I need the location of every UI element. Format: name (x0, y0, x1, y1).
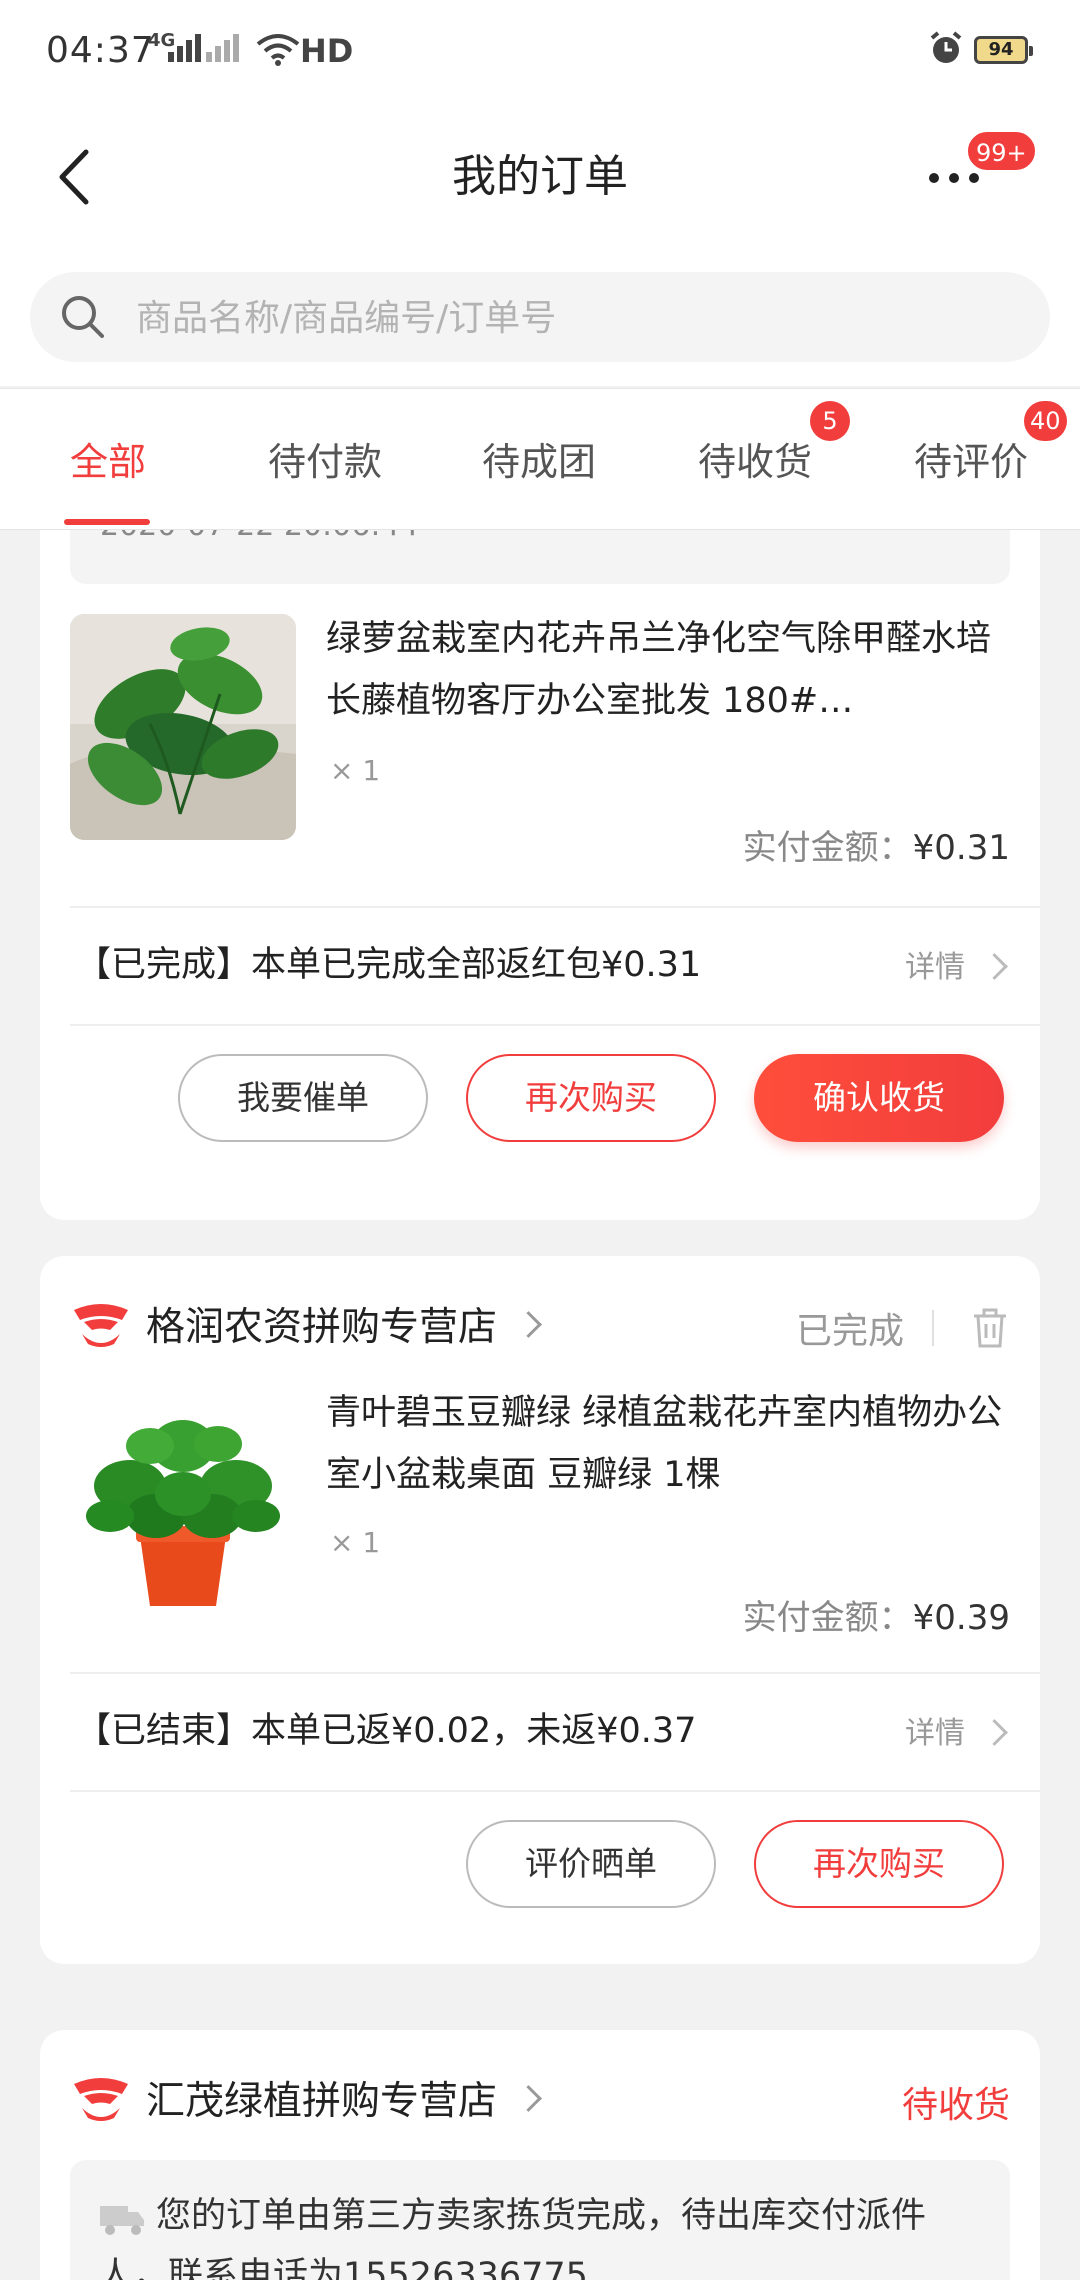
chevron-right-icon (515, 1310, 542, 1338)
order-time: 2020-07-22 20:06:44 (100, 530, 419, 543)
store-logo-icon (74, 2078, 128, 2121)
rebate-status: 【已结束】本单已返¥0.02，未返¥0.37 (76, 1711, 697, 1751)
tab-pending-receipt-label: 待收货 (698, 440, 813, 484)
order-status: 待收货 (901, 2085, 1010, 2126)
status-bar: 04:37 4G HD 94 (0, 0, 1080, 104)
chevron-right-icon (981, 1719, 1008, 1746)
detail-link[interactable]: 详情 (905, 942, 1008, 986)
divider (70, 906, 1040, 908)
product-image[interactable] (70, 614, 296, 840)
tab-all[interactable]: 全部 (64, 431, 150, 525)
detail-link[interactable]: 详情 (905, 1708, 1008, 1752)
urge-order-button[interactable]: 我要催单 (178, 1054, 428, 1142)
tab-pending-group[interactable]: 待成团 (482, 431, 596, 486)
logistics-notice[interactable]: 您的订单由第三方卖家拣货完成，待出库交付派件人，联系电话为15526336775 (70, 2160, 1010, 2280)
order-time-bar: 2020-07-22 20:06:44 (70, 530, 1010, 584)
buy-again-button[interactable]: 再次购买 (754, 1820, 1004, 1908)
store-logo-icon (74, 1304, 128, 1347)
tab-all-label: 全部 (70, 440, 147, 484)
paid-amount: 实付金额：¥0.31 (743, 820, 1010, 869)
tab-badge: 40 (1024, 401, 1067, 441)
tab-pending-review-label: 待评价 (914, 440, 1029, 484)
product-title[interactable]: 青叶碧玉豆瓣绿 绿植盆栽花卉室内植物办公室小盆栽桌面 豆瓣绿 1棵 (326, 1382, 1016, 1506)
trash-icon[interactable] (970, 1306, 1010, 1350)
tab-pending-group-label: 待成团 (482, 440, 597, 484)
store-name: 格润农资拼购专营店 (146, 1305, 498, 1350)
order-card: 2020-07-22 20:06:44 绿萝盆栽室内花卉吊兰净化空气除甲醛水培长… (40, 530, 1040, 1220)
order-status: 已完成 (795, 1311, 904, 1352)
paid-value: ¥0.31 (912, 828, 1010, 868)
product-quantity: × 1 (330, 754, 381, 787)
order-list[interactable]: 2020-07-22 20:06:44 绿萝盆栽室内花卉吊兰净化空气除甲醛水培长… (0, 530, 1080, 2280)
store-link[interactable]: 格润农资拼购专营店 (70, 1294, 542, 1354)
buy-again-button[interactable]: 再次购买 (466, 1054, 716, 1142)
chevron-right-icon (515, 2084, 542, 2112)
divider (70, 1672, 1040, 1674)
tab-badge: 5 (810, 401, 850, 441)
page-title: 我的订单 (452, 151, 628, 202)
divider (70, 1790, 1040, 1792)
order-card: 格润农资拼购专营店 已完成 青叶碧玉豆瓣绿 绿植盆栽花卉室内植物办公室小盆栽桌面… (40, 1256, 1040, 1964)
rebate-status: 【已完成】本单已完成全部返红包¥0.31 (76, 945, 702, 985)
top-nav-bar: 我的订单 99+ (0, 104, 1080, 254)
search-box[interactable] (30, 272, 1050, 364)
order-card: 汇茂绿植拼购专营店 待收货 您的订单由第三方卖家拣货完成，待出库交付派件人，联系… (40, 2030, 1040, 2280)
battery-icon: 94 (974, 36, 1033, 64)
tab-pending-receipt[interactable]: 待收货 5 (698, 401, 850, 486)
search-bar-container (0, 254, 1080, 386)
tab-pending-review[interactable]: 待评价 40 (914, 401, 1067, 486)
tab-pending-payment-label: 待付款 (268, 440, 383, 484)
product-image[interactable] (70, 1386, 296, 1612)
tab-pending-payment[interactable]: 待付款 (268, 431, 382, 486)
signal-2-icon (206, 34, 239, 62)
product-quantity: × 1 (330, 1526, 381, 1559)
search-input[interactable] (134, 272, 1018, 364)
divider (70, 1024, 1040, 1026)
product-title[interactable]: 绿萝盆栽室内花卉吊兰净化空气除甲醛水培长藤植物客厅办公室批发 180#… (326, 608, 1016, 732)
alarm-icon (930, 31, 962, 63)
chevron-right-icon (981, 953, 1008, 980)
review-button[interactable]: 评价晒单 (466, 1820, 716, 1908)
paid-label: 实付金额： (742, 1598, 913, 1638)
wifi-label: HD (300, 32, 354, 70)
paid-value: ¥0.39 (912, 1598, 1010, 1638)
paid-label: 实付金额： (742, 828, 913, 868)
wifi-icon (256, 34, 300, 66)
search-icon (62, 296, 104, 338)
confirm-receipt-button[interactable]: 确认收货 (754, 1054, 1004, 1142)
status-time: 04:37 (46, 30, 155, 71)
detail-label: 详情 (905, 950, 965, 985)
divider (932, 1310, 934, 1346)
active-tab-indicator (64, 519, 150, 525)
signal-icon (168, 34, 201, 62)
logistics-text: 您的订单由第三方卖家拣货完成，待出库交付派件人，联系电话为15526336775 (98, 2196, 927, 2280)
paid-amount: 实付金额：¥0.39 (743, 1590, 1010, 1639)
order-tabs: 全部 待付款 待成团 待收货 5 待评价 40 (0, 388, 1080, 530)
message-count-badge: 99+ (966, 130, 1037, 172)
store-name: 汇茂绿植拼购专营店 (146, 2079, 498, 2124)
store-link[interactable]: 汇茂绿植拼购专营店 (70, 2068, 542, 2128)
detail-label: 详情 (905, 1716, 965, 1751)
